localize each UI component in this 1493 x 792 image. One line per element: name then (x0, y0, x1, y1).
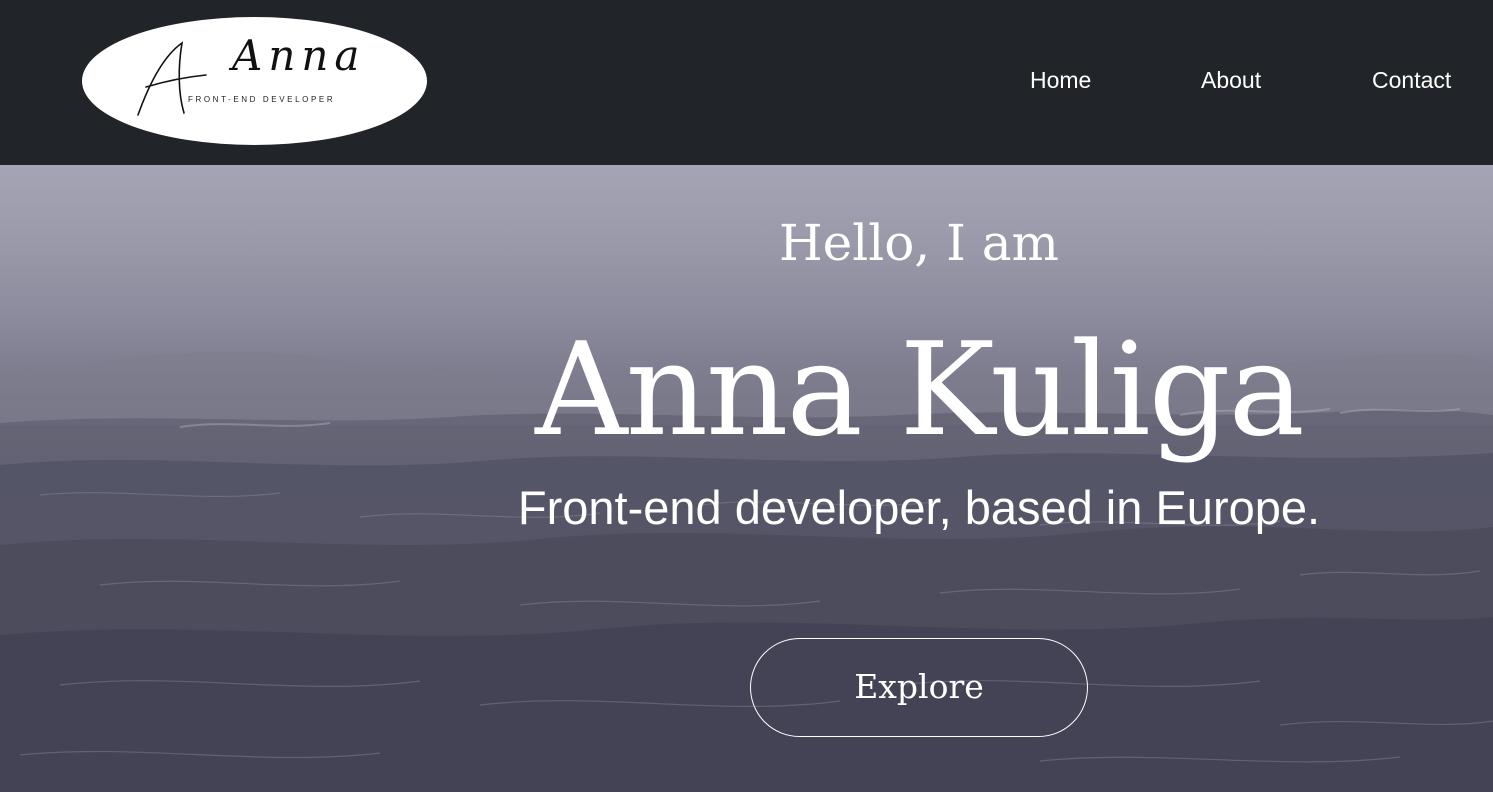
logo-script-text: Anna (232, 31, 366, 80)
hero-greeting: Hello, I am (779, 214, 1059, 272)
explore-button[interactable]: Explore (750, 638, 1088, 737)
logo-subtitle: FRONT-END DEVELOPER (188, 95, 336, 104)
nav-link-about[interactable]: About (1201, 64, 1261, 96)
navbar: Anna FRONT-END DEVELOPER Home About Cont… (0, 0, 1493, 165)
nav-link-contact[interactable]: Contact (1372, 64, 1451, 96)
hero-section: Hello, I am Anna Kuliga Front-end develo… (0, 165, 1493, 792)
hero-tagline: Front-end developer, based in Europe. (517, 481, 1321, 534)
nav-link-home[interactable]: Home (1030, 64, 1091, 96)
hero-name: Anna Kuliga (535, 316, 1305, 465)
logo[interactable]: Anna FRONT-END DEVELOPER (82, 17, 427, 145)
